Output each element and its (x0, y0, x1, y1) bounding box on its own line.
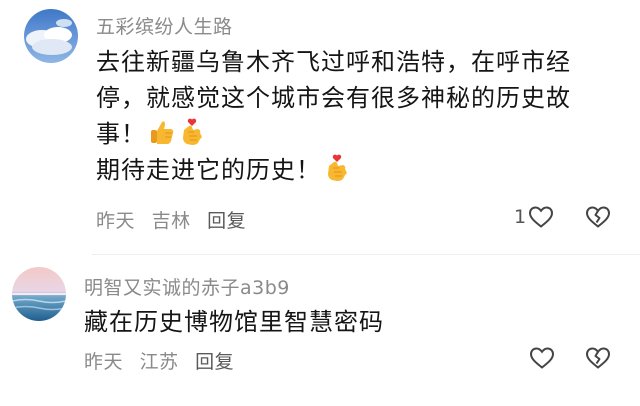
comment-item: 明智又实诚的赤子a3b9 藏在历史博物馆里智慧密码 昨天 江苏 回复 (0, 260, 640, 406)
comment-meta: 昨天 吉林 回复 (96, 206, 256, 233)
comment-text-line: 事！ (96, 116, 571, 152)
comment-text: 去往新疆乌鲁木齐飞过呼和浩特，在呼市经 停，就感觉这个城市会有很多神秘的历史故 … (96, 44, 571, 188)
sunset-sea-avatar-image (12, 267, 66, 321)
heart-icon (529, 206, 554, 228)
comment-text-segment: 期待走进它的历史！ (96, 156, 321, 184)
comment-text-line: 停，就感觉这个城市会有很多神秘的历史故 (96, 84, 571, 112)
finger-heart-icon (178, 118, 206, 146)
comment-meta: 昨天 江苏 回复 (84, 347, 244, 374)
comment-text-line: 去往新疆乌鲁木齐飞过呼和浩特，在呼市经 (96, 48, 571, 76)
comment-text-segment: 事！ (96, 120, 146, 148)
reply-button[interactable]: 回复 (195, 351, 234, 373)
thumbs-up-icon (148, 118, 176, 146)
dislike-button[interactable] (585, 346, 611, 374)
comment-time: 昨天 (84, 351, 124, 373)
like-button[interactable] (529, 346, 555, 374)
comment-time: 昨天 (96, 210, 136, 232)
heart-icon (529, 347, 555, 369)
avatar[interactable] (12, 267, 66, 321)
comment-location: 江苏 (139, 351, 179, 373)
like-button[interactable]: 1 (514, 205, 554, 229)
comment-text-line: 藏在历史博物馆里智慧密码 (84, 308, 384, 336)
divider (92, 254, 640, 255)
comment-username[interactable]: 明智又实诚的赤子a3b9 (84, 273, 290, 300)
dislike-button[interactable] (585, 205, 611, 233)
avatar[interactable] (24, 9, 78, 63)
sky-clouds-avatar-image (24, 9, 78, 63)
comment-username[interactable]: 五彩缤纷人生路 (96, 12, 233, 39)
reply-button[interactable]: 回复 (207, 210, 246, 232)
like-count: 1 (514, 206, 527, 228)
comment-text: 藏在历史博物馆里智慧密码 (84, 304, 384, 340)
comment-item: 五彩缤纷人生路 去往新疆乌鲁木齐飞过呼和浩特，在呼市经 停，就感觉这个城市会有很… (0, 0, 640, 260)
comment-text-line: 期待走进它的历史！ (96, 152, 571, 188)
finger-heart-icon (323, 154, 351, 182)
comment-location: 吉林 (151, 210, 191, 232)
broken-heart-icon (585, 347, 611, 369)
broken-heart-icon (585, 206, 611, 228)
